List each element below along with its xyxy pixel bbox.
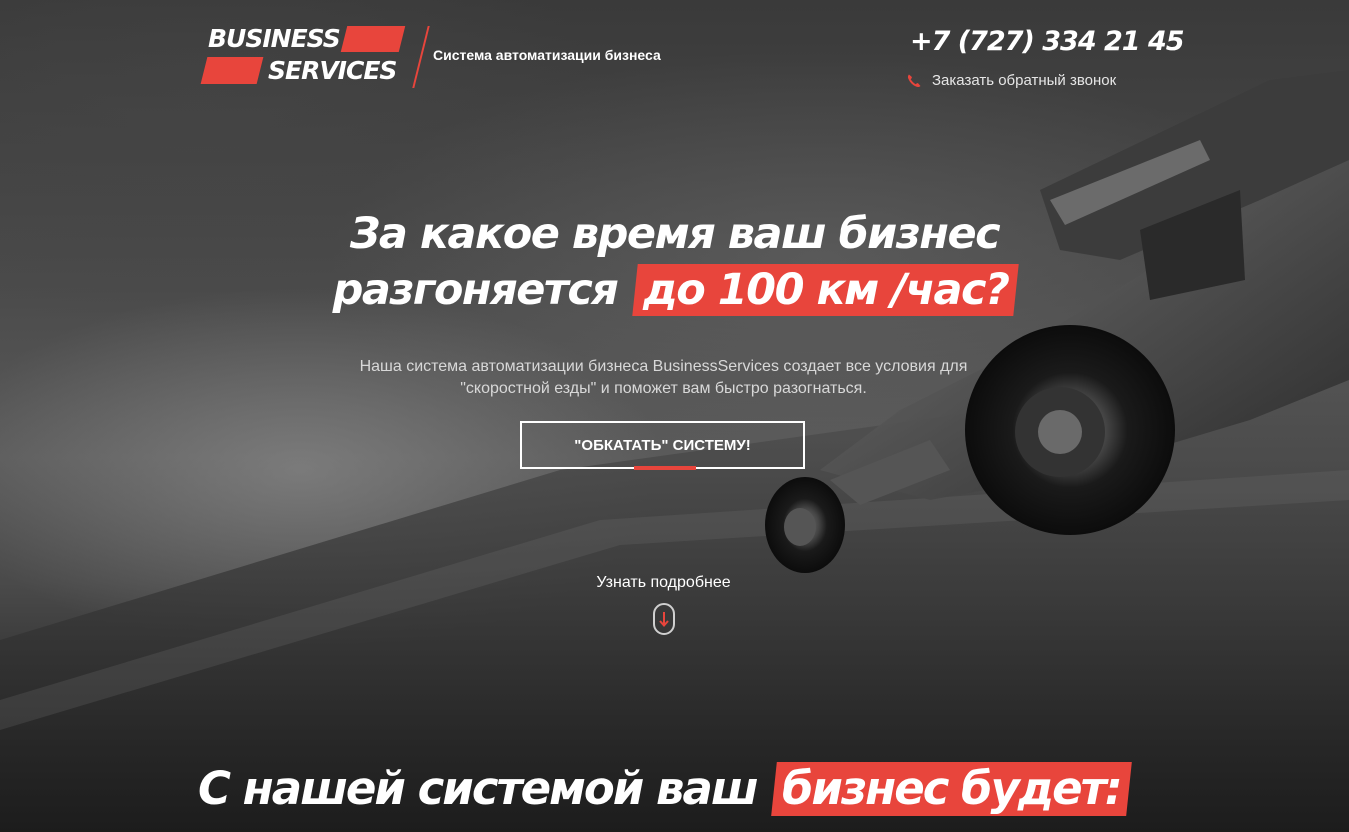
section2-heading-highlight-text: бизнес будет:: [782, 762, 1122, 815]
hero-lead-line1: Наша система автоматизации бизнеса Busin…: [359, 358, 968, 375]
hero-headline-highlight: до 100 км /час?: [632, 264, 1020, 316]
logo-text-line2: SERVICES: [268, 56, 397, 85]
hero-lead-text: Наша система автоматизации бизнеса Busin…: [0, 356, 1327, 400]
phone-number[interactable]: +7 (727) 334 21 45: [910, 26, 1185, 57]
section2-heading-plain: С нашей системой ваш: [197, 762, 759, 815]
section2-heading: С нашей системой ваш бизнес будет:: [0, 762, 1327, 816]
tagline: Система автоматизации бизнеса: [433, 47, 661, 63]
arrow-down-icon: [659, 612, 669, 628]
hero-headline-line1: За какое время ваш бизнес: [349, 209, 1001, 259]
logo[interactable]: BUSINESS SERVICES: [198, 24, 408, 88]
race-car-background-image: [0, 70, 1349, 832]
logo-text-line1: BUSINESS: [208, 24, 341, 53]
hero-headline-line2: разгоняется до 100 км /час?: [0, 264, 1349, 316]
hero-lead-line2: "скоростной езды" и поможет вам быстро р…: [460, 380, 867, 397]
hero-headline-highlight-text: до 100 км /час?: [642, 265, 1009, 315]
hero-background: BUSINESS SERVICES Система автоматизации …: [0, 0, 1349, 832]
scroll-down-button[interactable]: [653, 603, 675, 635]
logo-red-bar-top: [340, 26, 406, 52]
phone-icon: [906, 73, 922, 89]
section2-heading-highlight: бизнес будет:: [771, 762, 1132, 816]
callback-link[interactable]: Заказать обратный звонок: [906, 72, 1116, 89]
cta-underline-accent: [634, 466, 696, 470]
logo-red-bar-bottom: [200, 57, 264, 84]
callback-label: Заказать обратный звонок: [932, 72, 1117, 89]
learn-more-label[interactable]: Узнать подробнее: [0, 574, 1327, 592]
try-system-button[interactable]: "ОБКАТАТЬ" СИСТЕМУ!: [520, 421, 805, 469]
hero-headline-plain: разгоняется: [332, 265, 619, 315]
